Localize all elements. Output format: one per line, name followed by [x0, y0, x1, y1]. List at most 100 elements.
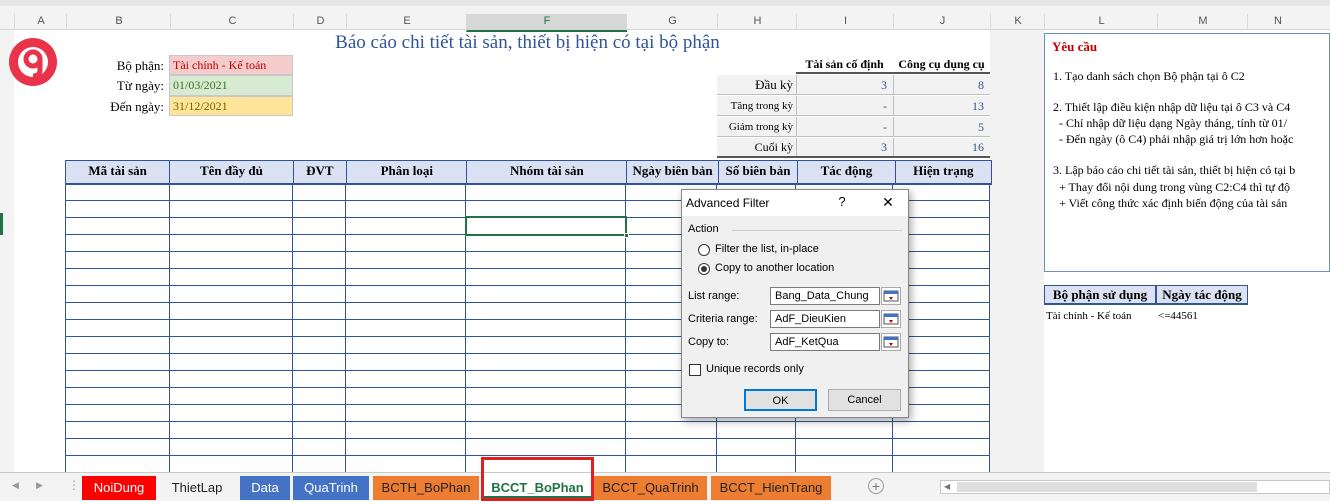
header-ten-day-du[interactable]: Tên đầy đủ — [170, 161, 294, 183]
tab-noidung[interactable]: NoiDung — [82, 476, 156, 500]
summary-row-label: Cuối kỳ — [754, 140, 793, 154]
column-header-I[interactable]: I — [796, 14, 894, 30]
criteria-value-bo-phan[interactable]: Tài chính - Kế toán — [1046, 308, 1154, 324]
collapse-dialog-icon — [883, 313, 899, 325]
action-divider — [732, 230, 902, 231]
tab-quatrinh[interactable]: QuaTrinh — [293, 476, 369, 500]
summary-value-tscd: 3 — [796, 138, 887, 156]
tab-bcct-hientrang[interactable]: BCCT_HienTrang — [711, 476, 831, 500]
ok-button[interactable]: OK — [744, 389, 817, 411]
copy-to-ref-button[interactable] — [881, 333, 901, 351]
column-header-G[interactable]: G — [626, 14, 718, 30]
list-range-label: List range: — [688, 290, 740, 302]
tab-more-icon[interactable]: ⋮ — [68, 478, 80, 492]
checkbox-icon — [689, 364, 701, 376]
scroll-left-arrow[interactable]: ◀ — [944, 482, 950, 491]
requirements-box: Yêu cầu 1. Tạo danh sách chọn Bộ phận tạ… — [1044, 33, 1330, 272]
header-nhom-tai-san[interactable]: Nhóm tài sản — [467, 161, 628, 183]
column-k-band — [990, 30, 1044, 472]
summary-value-ccdc: 5 — [893, 117, 984, 137]
summary-row: Cuối kỳ 3 16 — [717, 138, 990, 158]
bo-phan-cell[interactable]: Tài chính - Kế toán — [169, 55, 293, 75]
summary-value-ccdc: 13 — [893, 96, 984, 116]
left-band — [14, 30, 66, 472]
tab-bcth-bophan[interactable]: BCTH_BoPhan — [373, 476, 479, 500]
requirement-line: 3. Lập báo cáo chi tiết tài sản, thiết b… — [1053, 163, 1296, 177]
criteria-table: Bộ phận sử dụng Ngày tác động Tài chính … — [1044, 285, 1249, 327]
criteria-header-bo-phan[interactable]: Bộ phận sử dụng — [1044, 285, 1156, 305]
requirement-line: + Viết công thức xác định biến động của … — [1053, 196, 1288, 210]
row-line — [65, 455, 990, 456]
criteria-value-ngay[interactable]: <=44561 — [1158, 308, 1248, 324]
cancel-button[interactable]: Cancel — [828, 389, 901, 411]
scroll-thumb[interactable] — [957, 482, 1257, 492]
den-ngay-cell[interactable]: 31/12/2021 — [169, 96, 293, 116]
summary-row-label: Tăng trong kỳ — [730, 100, 793, 112]
horizontal-scrollbar[interactable]: ◀ — [940, 480, 1330, 494]
column-header-M[interactable]: M — [1157, 14, 1248, 30]
criteria-range-input[interactable]: AdF_DieuKien — [770, 310, 880, 328]
summary-value-ccdc: 8 — [893, 75, 984, 95]
advanced-filter-dialog[interactable]: Advanced Filter ? ✕ Action Filter the li… — [681, 189, 909, 418]
header-dvt[interactable]: ĐVT — [294, 161, 348, 183]
list-range-input[interactable]: Bang_Data_Chung — [770, 287, 880, 305]
criteria-header-ngay[interactable]: Ngày tác động — [1156, 285, 1248, 305]
column-header-D[interactable]: D — [293, 14, 347, 30]
help-button[interactable]: ? — [832, 194, 852, 209]
unique-records-checkbox[interactable]: Unique records only — [689, 363, 889, 379]
collapse-dialog-icon — [883, 336, 899, 348]
column-header-K[interactable]: K — [990, 14, 1045, 30]
logo — [6, 36, 60, 88]
column-header-B[interactable]: B — [66, 14, 171, 30]
column-header-E[interactable]: E — [346, 14, 467, 30]
summary-value-tscd: - — [796, 96, 887, 116]
column-header-H[interactable]: H — [717, 14, 797, 30]
header-so-bien-ban[interactable]: Số biên bản — [719, 161, 799, 183]
tab-data[interactable]: Data — [240, 476, 290, 500]
header-ma-tai-san[interactable]: Mã tài sản — [66, 161, 171, 183]
column-header-L[interactable]: L — [1044, 14, 1158, 30]
tab-thietlap[interactable]: ThietLap — [158, 476, 236, 500]
header-phan-loai[interactable]: Phân loại — [347, 161, 468, 183]
tab-prev-icon[interactable]: ◀ — [12, 480, 19, 491]
active-row-marker — [0, 213, 3, 235]
active-cell[interactable] — [465, 216, 629, 238]
requirement-line: 1. Tạo danh sách chọn Bộ phận tại ô C2 — [1053, 69, 1245, 83]
column-header-A[interactable]: A — [14, 14, 67, 30]
criteria-range-ref-button[interactable] — [881, 310, 901, 328]
radio-label: Copy to another location — [715, 262, 835, 274]
logo-icon — [9, 38, 57, 86]
column-header-N[interactable]: N — [1247, 14, 1308, 30]
collapse-dialog-icon — [883, 290, 899, 302]
summary-value-tscd: 3 — [796, 75, 887, 95]
row-line — [65, 438, 990, 439]
col-line — [292, 183, 293, 472]
header-tac-dong[interactable]: Tác động — [798, 161, 896, 183]
summary-table: Tài sản cố định Công cụ dụng cụ Đầu kỳ 3… — [717, 54, 990, 158]
copy-to-input[interactable]: AdF_KetQua — [770, 333, 880, 351]
radio-filter-in-place[interactable]: Filter the list, in-place — [698, 243, 898, 259]
dialog-titlebar[interactable]: Advanced Filter ? ✕ — [682, 190, 908, 216]
summary-row: Đầu kỳ 3 8 — [717, 75, 990, 95]
col-line — [345, 183, 346, 472]
fill-handle[interactable] — [624, 233, 629, 238]
column-header-C[interactable]: C — [170, 14, 294, 30]
summary-header-ccdc: Công cụ dụng cụ — [893, 54, 990, 74]
tu-ngay-cell[interactable]: 01/03/2021 — [169, 75, 293, 96]
column-header-bar: A B C D E F G H I J K L M N — [0, 0, 1330, 32]
header-hien-trang[interactable]: Hiện trạng — [896, 161, 991, 183]
list-range-ref-button[interactable] — [881, 287, 901, 305]
tab-bcct-quatrinh[interactable]: BCCT_QuaTrinh — [594, 476, 707, 500]
requirement-line: + Thay đổi nội dung trong vùng C2:C4 thì… — [1053, 180, 1291, 194]
checkbox-label: Unique records only — [706, 363, 804, 375]
requirements-title: Yêu cầu — [1052, 39, 1098, 54]
close-button[interactable]: ✕ — [878, 194, 898, 211]
report-title: Báo cáo chi tiết tài sản, thiết bị hiện … — [335, 32, 720, 53]
column-header-J[interactable]: J — [893, 14, 991, 30]
copy-to-label: Copy to: — [688, 336, 729, 348]
radio-copy-to-location[interactable]: Copy to another location — [698, 262, 898, 278]
tab-next-icon[interactable]: ▶ — [36, 480, 43, 491]
header-ngay-bien-ban[interactable]: Ngày biên bản — [627, 161, 719, 183]
add-sheet-button[interactable]: + — [868, 478, 884, 494]
sheet-area[interactable]: Báo cáo chi tiết tài sản, thiết bị hiện … — [0, 30, 1330, 472]
